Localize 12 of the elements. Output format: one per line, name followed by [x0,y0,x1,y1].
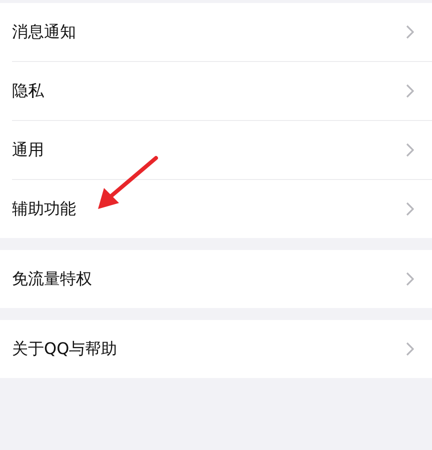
settings-item[interactable]: 消息通知 [12,3,432,62]
chevron-icon [406,272,414,286]
settings-item[interactable]: 免流量特权 [12,250,432,308]
chevron-icon [406,342,414,356]
chevron-icon [406,202,414,216]
settings-item[interactable]: 关于QQ与帮助 [12,320,432,378]
chevron-icon [406,143,414,157]
settings-item[interactable]: 辅助功能 [12,180,432,238]
settings-item[interactable]: 通用 [12,121,432,180]
settings-item[interactable]: 隐私 [12,62,432,121]
chevron-icon [406,25,414,39]
chevron-icon [406,84,414,98]
